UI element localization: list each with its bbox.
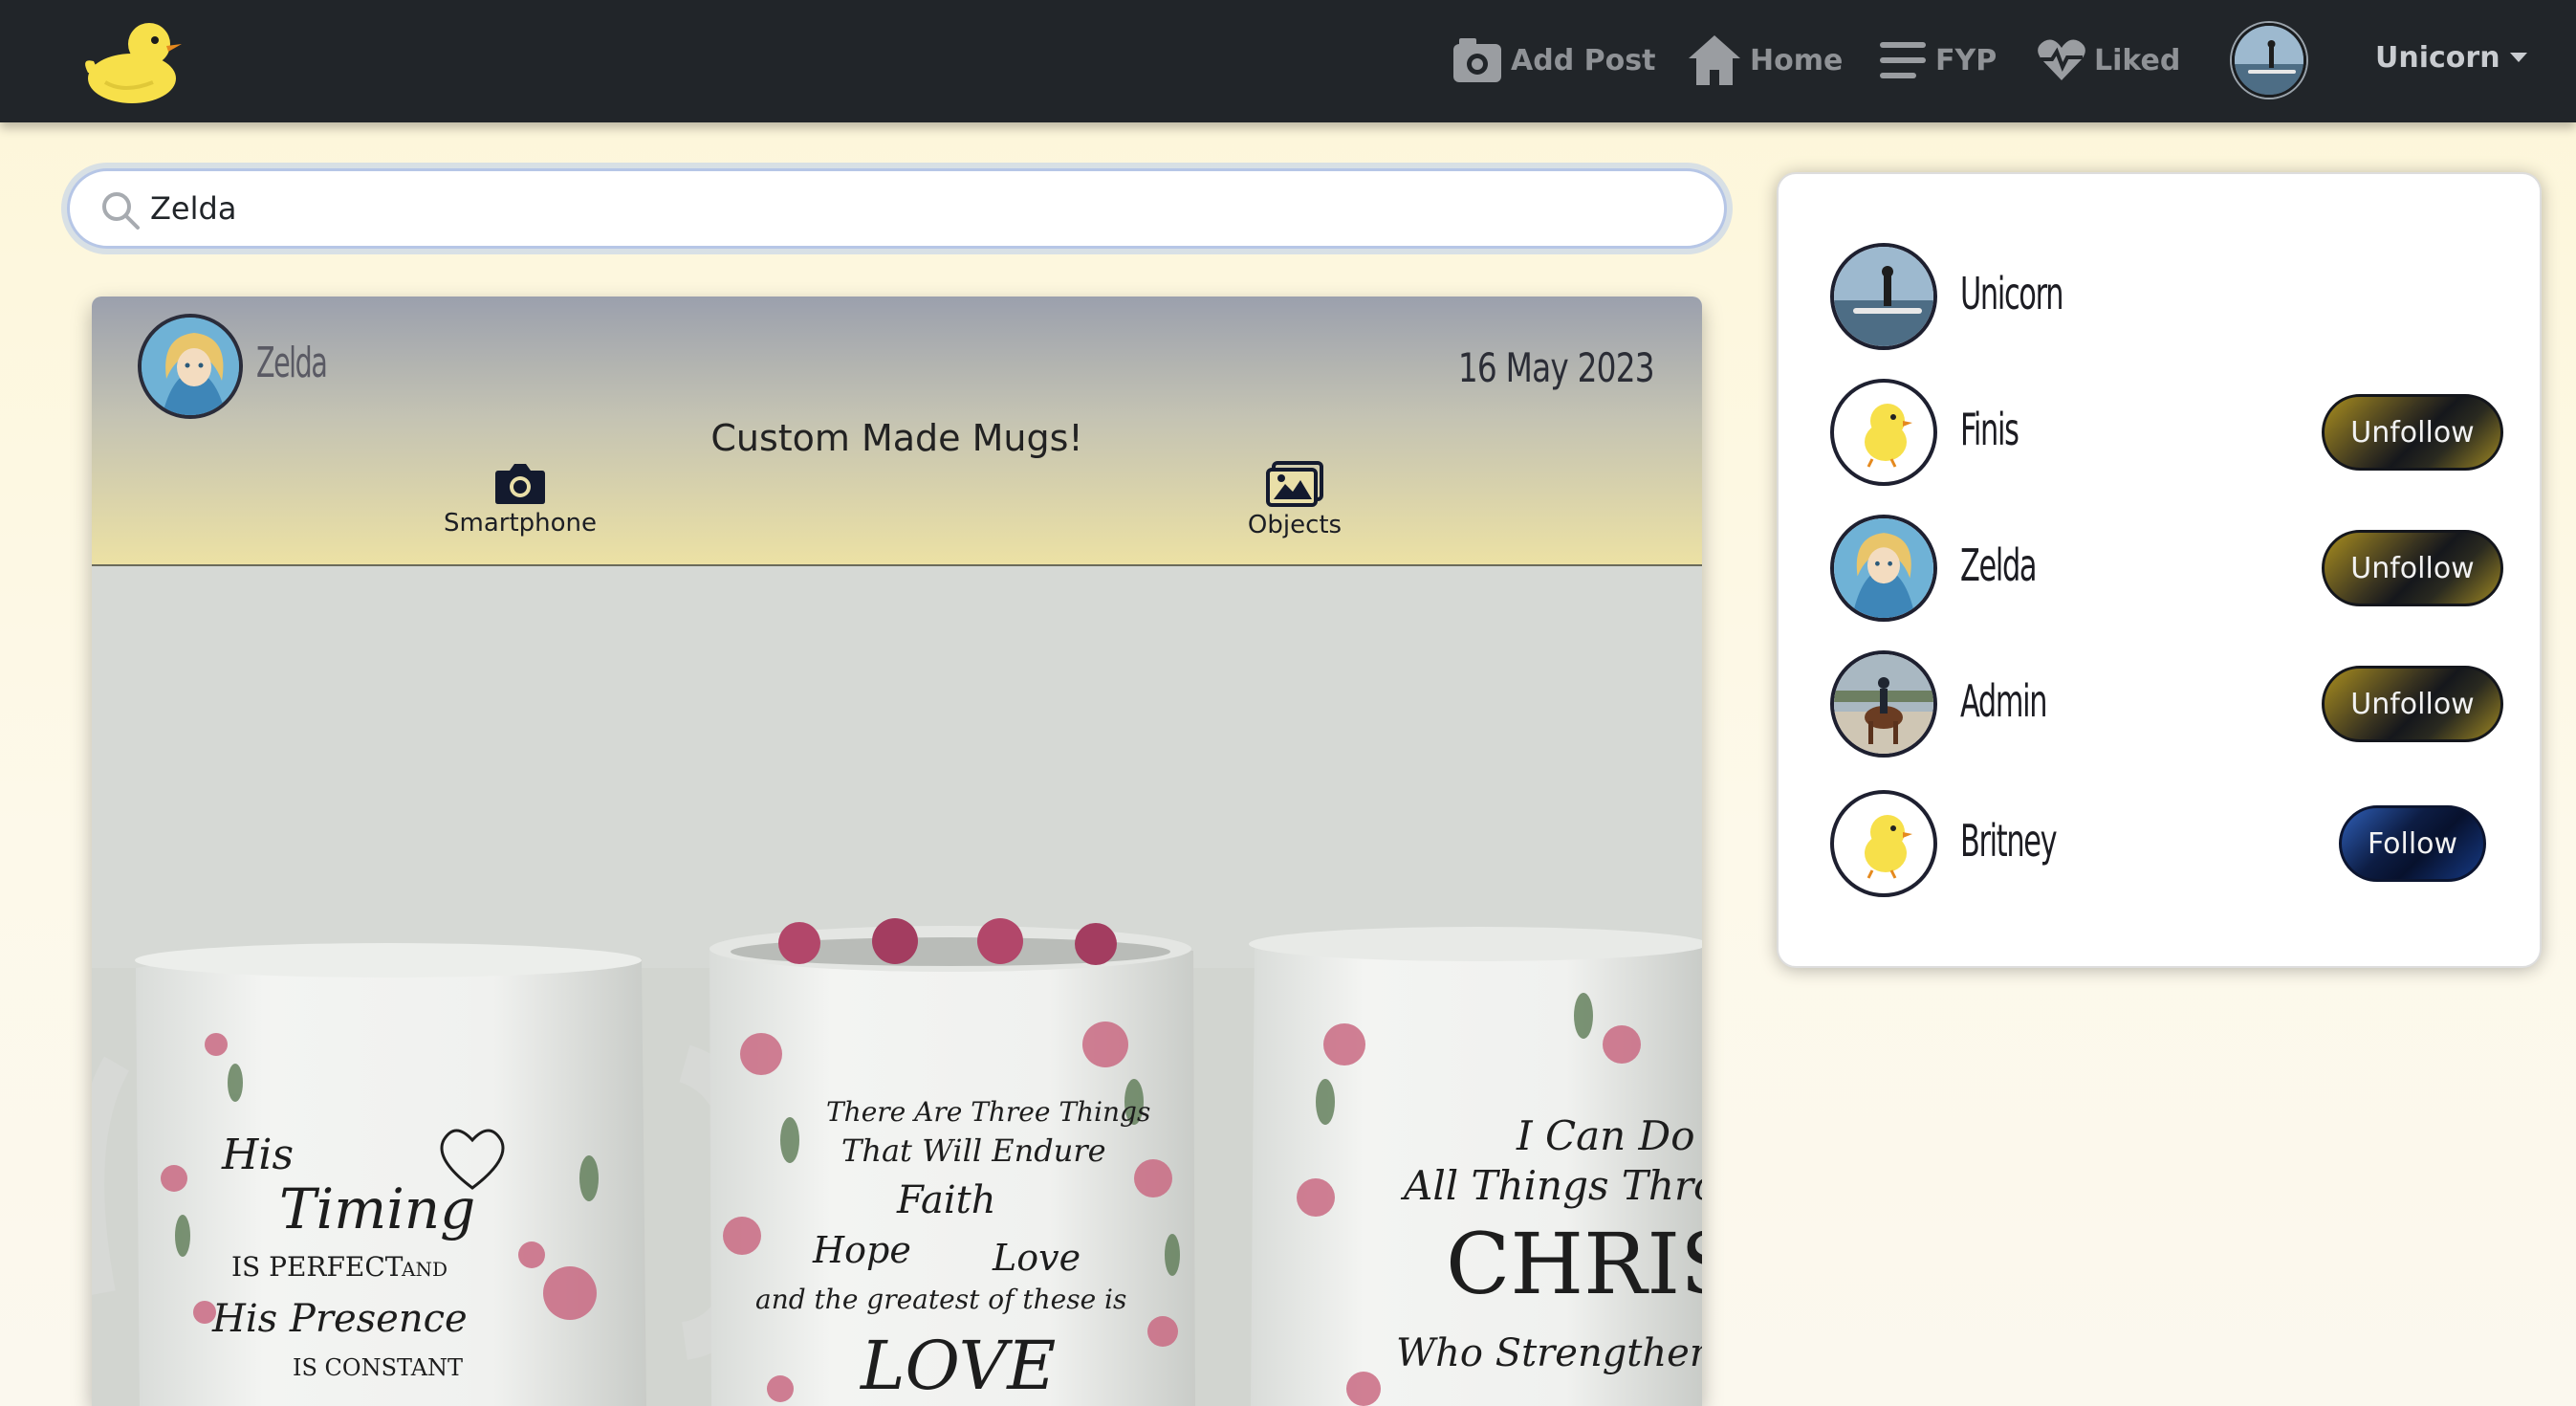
user-avatar-unicorn[interactable]: [1830, 243, 1937, 350]
nav-home-label: Home: [1750, 43, 1844, 77]
avatar-paddleboard-image: [2235, 26, 2303, 95]
camera-plus-icon: [1453, 38, 1501, 82]
user-row-finis: Finis Unfollow: [1830, 379, 2519, 488]
svg-text:AND: AND: [401, 1258, 448, 1281]
nav-liked[interactable]: Liked: [2037, 29, 2180, 92]
user-dropdown-label: Unicorn: [2375, 40, 2500, 75]
unfollow-button-admin[interactable]: Unfollow: [2322, 666, 2503, 742]
post-title: Custom Made Mugs!: [710, 417, 1083, 459]
user-avatar-britney[interactable]: [1830, 790, 1937, 897]
svg-text:Love: Love: [992, 1237, 1081, 1279]
menu-lines-icon: [1880, 42, 1926, 78]
follow-button-britney[interactable]: Follow: [2339, 805, 2486, 882]
svg-text:That Will Endure: That Will Endure: [841, 1132, 1106, 1169]
nav-add-post-label: Add Post: [1511, 43, 1656, 77]
mug-left-text-his: His: [221, 1131, 294, 1179]
post-tag-smartphone[interactable]: Smartphone: [425, 461, 616, 538]
nav-add-post[interactable]: Add Post: [1452, 29, 1655, 92]
avatar-paddleboard-image: [1834, 247, 1933, 346]
post-tag-objects-label: Objects: [1247, 511, 1343, 539]
svg-text:Timing: Timing: [279, 1176, 475, 1241]
post-author-name[interactable]: Zelda: [256, 339, 328, 387]
svg-text:LOVE: LOVE: [859, 1327, 1056, 1405]
home-icon: [1689, 35, 1740, 85]
images-icon: [1266, 461, 1323, 507]
svg-text:and the greatest of these is: and the greatest of these is: [755, 1284, 1126, 1315]
avatar-horse-rider-image: [1834, 654, 1933, 754]
duck-logo-icon[interactable]: [76, 15, 184, 107]
user-dropdown[interactable]: Unicorn: [2375, 36, 2527, 78]
avatar-chick-image: [1865, 815, 1912, 879]
svg-text:IS CONSTANT: IS CONSTANT: [293, 1354, 463, 1381]
svg-text:Who Strengthens Me: Who Strengthens Me: [1396, 1331, 1702, 1375]
svg-text:Faith: Faith: [896, 1178, 996, 1222]
user-name-britney[interactable]: Britney: [1960, 815, 2058, 867]
user-name-admin[interactable]: Admin: [1960, 675, 2047, 727]
search-icon: [102, 192, 140, 230]
svg-text:His Presence: His Presence: [211, 1297, 468, 1341]
camera-icon: [495, 464, 545, 504]
nav-user-avatar[interactable]: [2232, 23, 2306, 98]
user-avatar-finis[interactable]: [1830, 379, 1937, 486]
svg-text:Hope: Hope: [812, 1229, 911, 1271]
suggested-users-panel: Unicorn Finis Unfollow Zelda Unfollow Ad…: [1777, 172, 2542, 968]
nav-home[interactable]: Home: [1687, 29, 1843, 92]
avatar-chick-image: [1865, 404, 1912, 468]
svg-text:I Can Do: I Can Do: [1516, 1112, 1694, 1159]
user-name-unicorn[interactable]: Unicorn: [1960, 268, 2063, 319]
user-row-unicorn: Unicorn: [1830, 243, 2519, 352]
svg-text:CHRIST: CHRIST: [1446, 1215, 1702, 1313]
user-row-britney: Britney Follow: [1830, 790, 2519, 899]
navbar: Add Post Home FYP Liked Unicorn: [0, 0, 2576, 122]
unfollow-button-zelda[interactable]: Unfollow: [2322, 530, 2503, 606]
user-name-finis[interactable]: Finis: [1960, 404, 2019, 455]
heart-pulse-icon: [2038, 39, 2085, 80]
search-bar: [67, 168, 1727, 249]
svg-text:IS PERFECT: IS PERFECT: [231, 1251, 404, 1283]
svg-text:There Are Three Things: There Are Three Things: [826, 1096, 1150, 1128]
mugs-photo: His Timing IS PERFECT AND His Presence I…: [92, 566, 1702, 1406]
post-tag-smartphone-label: Smartphone: [443, 509, 597, 538]
nav-fyp-label: FYP: [1935, 43, 1997, 77]
post-tag-objects[interactable]: Objects: [1199, 461, 1390, 539]
user-avatar-zelda[interactable]: [1830, 515, 1937, 622]
user-row-zelda: Zelda Unfollow: [1830, 515, 2519, 624]
avatar-zelda-image: [142, 318, 239, 415]
svg-text:All Things Through: All Things Through: [1400, 1162, 1702, 1209]
post-card: Zelda 16 May 2023 Custom Made Mugs! Smar…: [92, 297, 1702, 1406]
post-header: Zelda 16 May 2023 Custom Made Mugs! Smar…: [92, 297, 1702, 566]
post-date: 16 May 2023: [1457, 344, 1655, 391]
search-input[interactable]: [150, 185, 1680, 232]
user-name-zelda[interactable]: Zelda: [1960, 539, 2038, 591]
nav-fyp[interactable]: FYP: [1878, 29, 1997, 92]
nav-liked-label: Liked: [2094, 43, 2181, 77]
user-row-admin: Admin Unfollow: [1830, 650, 2519, 759]
user-avatar-admin[interactable]: [1830, 650, 1937, 758]
unfollow-button-finis[interactable]: Unfollow: [2322, 394, 2503, 471]
post-author-avatar[interactable]: [138, 314, 243, 419]
post-photo[interactable]: His Timing IS PERFECT AND His Presence I…: [92, 566, 1702, 1406]
avatar-zelda-image: [1834, 518, 1933, 618]
chevron-down-icon: [2509, 53, 2527, 62]
